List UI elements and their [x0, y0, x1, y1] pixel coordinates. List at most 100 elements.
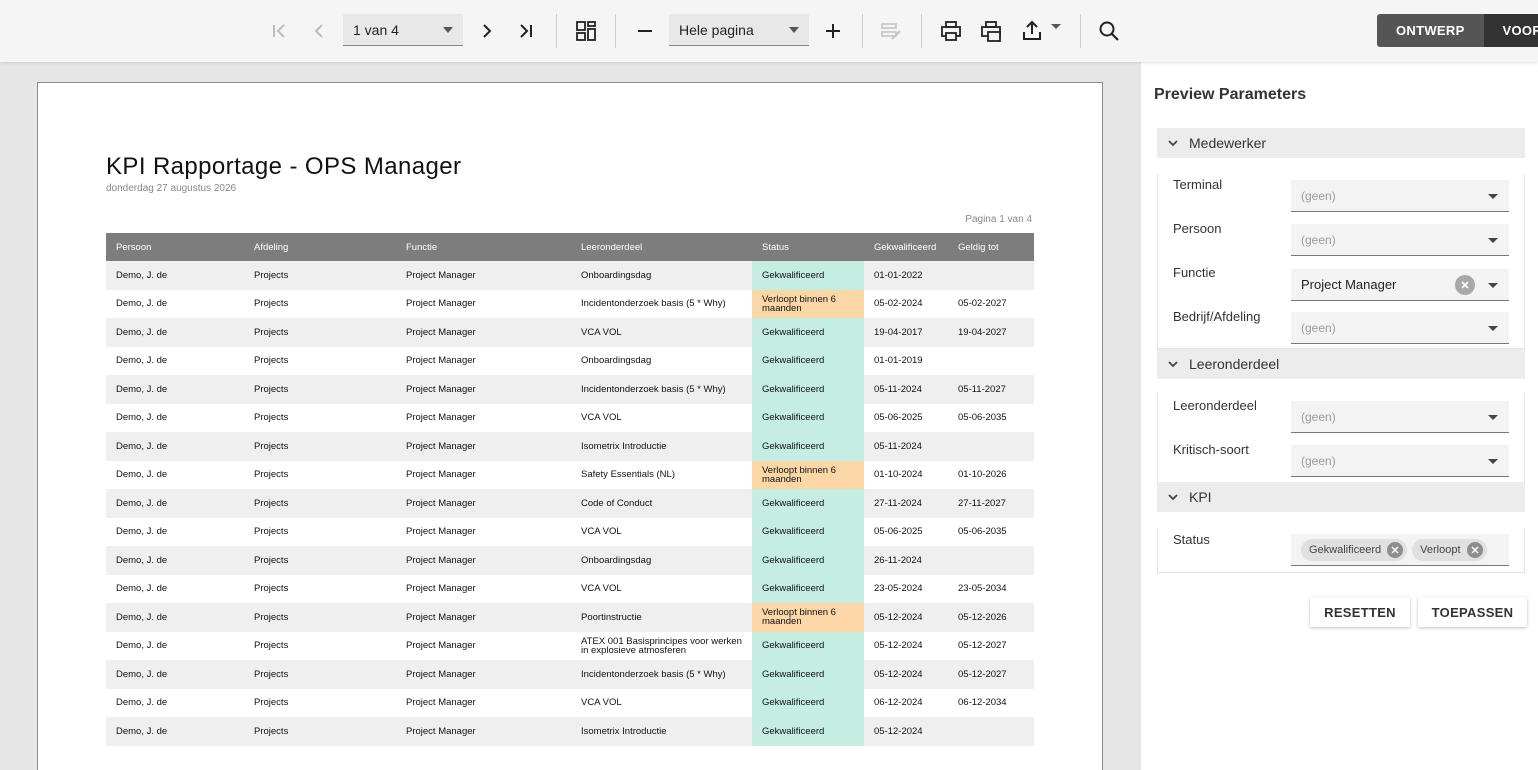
- bedrijf-afdeling-select[interactable]: (geen): [1291, 312, 1509, 344]
- table-cell: Isometrix Introductie: [571, 717, 752, 746]
- bedrijf-placeholder: (geen): [1301, 320, 1336, 335]
- status-chip[interactable]: Verloopt: [1412, 538, 1487, 561]
- first-page-icon[interactable]: [262, 14, 296, 48]
- table-cell: 05-12-2024: [864, 603, 948, 632]
- export-icon[interactable]: [1015, 14, 1049, 48]
- table-cell: [948, 261, 1034, 290]
- table-cell: Incidentonderzoek basis (5 * Why): [571, 375, 752, 404]
- status-cell: Gekwalificeerd: [752, 346, 864, 375]
- column-header: Leeronderdeel: [571, 233, 752, 261]
- chevron-down-icon: [1157, 491, 1189, 503]
- table-row: Demo, J. de Projects Project Manager Isomet…: [106, 717, 1034, 746]
- status-cell: Gekwalificeerd: [752, 517, 864, 546]
- kritisch-soort-select[interactable]: (geen): [1291, 445, 1509, 477]
- table-cell: [948, 546, 1034, 575]
- multipage-icon[interactable]: [569, 14, 603, 48]
- column-header: Afdeling: [244, 233, 396, 261]
- status-cell: Gekwalificeerd: [752, 318, 864, 347]
- edit-fields-icon[interactable]: [874, 14, 908, 48]
- table-cell: 05-12-2024: [864, 631, 948, 660]
- table-cell: Onboardingsdag: [571, 261, 752, 290]
- table-cell: 23-05-2024: [864, 574, 948, 603]
- table-cell: 05-06-2025: [864, 517, 948, 546]
- table-row: Demo, J. de Projects Project Manager Isomet…: [106, 432, 1034, 461]
- table-cell: Demo, J. de: [106, 603, 244, 632]
- table-cell: Demo, J. de: [106, 688, 244, 717]
- column-header: Gekwalificeerd: [864, 233, 948, 261]
- print-page-icon[interactable]: [974, 14, 1008, 48]
- table-cell: 05-06-2035: [948, 517, 1034, 546]
- zoom-in-icon[interactable]: [816, 14, 850, 48]
- terminal-select[interactable]: (geen): [1291, 180, 1509, 212]
- chevron-down-icon: [443, 27, 453, 33]
- table-cell: Projects: [244, 517, 396, 546]
- print-icon[interactable]: [934, 14, 968, 48]
- table-row: Demo, J. de Projects Project Manager Incide…: [106, 375, 1034, 404]
- table-cell: 27-11-2024: [864, 489, 948, 518]
- leeronderdeel-select[interactable]: (geen): [1291, 401, 1509, 433]
- table-row: Demo, J. de Projects Project Manager Onboar…: [106, 346, 1034, 375]
- apply-button[interactable]: TOEPASSEN: [1418, 597, 1527, 627]
- table-cell: Project Manager: [396, 403, 571, 432]
- page-select[interactable]: 1 van 4: [343, 14, 463, 46]
- export-dropdown-icon[interactable]: [1051, 24, 1061, 29]
- status-multiselect[interactable]: Gekwalificeerd Verloopt: [1291, 534, 1509, 566]
- table-cell: Projects: [244, 261, 396, 290]
- table-cell: Demo, J. de: [106, 574, 244, 603]
- table-cell: Onboardingsdag: [571, 346, 752, 375]
- group-header-kpi[interactable]: KPI: [1157, 482, 1525, 512]
- group-header-medewerker[interactable]: Medewerker: [1157, 128, 1525, 158]
- reset-button[interactable]: RESETTEN: [1310, 597, 1410, 627]
- table-cell: 05-12-2024: [864, 660, 948, 689]
- param-label-terminal: Terminal: [1173, 177, 1223, 192]
- table-cell: VCA VOL: [571, 403, 752, 432]
- table-cell: 19-04-2027: [948, 318, 1034, 347]
- clear-icon[interactable]: [1455, 275, 1475, 295]
- mode-switch: ONTWERP VOORBE: [1377, 14, 1538, 47]
- table-cell: VCA VOL: [571, 517, 752, 546]
- functie-select[interactable]: Project Manager: [1291, 269, 1509, 301]
- zoom-out-icon[interactable]: [628, 14, 662, 48]
- table-cell: Projects: [244, 375, 396, 404]
- chip-label: Verloopt: [1420, 543, 1461, 556]
- table-cell: Project Manager: [396, 688, 571, 717]
- zoom-select[interactable]: Hele pagina: [669, 14, 809, 46]
- group-header-leeronderdeel[interactable]: Leeronderdeel: [1157, 349, 1525, 379]
- table-cell: Project Manager: [396, 660, 571, 689]
- table-cell: Demo, J. de: [106, 289, 244, 318]
- chevron-down-icon: [1488, 283, 1498, 288]
- table-cell: Projects: [244, 717, 396, 746]
- table-cell: Project Manager: [396, 460, 571, 489]
- table-cell: Project Manager: [396, 603, 571, 632]
- table-cell: 01-01-2022: [864, 261, 948, 290]
- table-row: Demo, J. de Projects Project Manager VCA VO…: [106, 574, 1034, 603]
- remove-chip-icon[interactable]: [1466, 541, 1483, 558]
- table-cell: 05-11-2027: [948, 375, 1034, 404]
- table-cell: [948, 346, 1034, 375]
- persoon-select[interactable]: (geen): [1291, 224, 1509, 256]
- table-cell: Project Manager: [396, 261, 571, 290]
- preview-mode-button[interactable]: VOORBE: [1483, 14, 1538, 47]
- table-cell: Projects: [244, 346, 396, 375]
- status-cell: Gekwalificeerd: [752, 546, 864, 575]
- previous-page-icon[interactable]: [302, 14, 336, 48]
- group-body-medewerker: Terminal (geen) Persoon (geen) Functie P…: [1157, 174, 1525, 349]
- status-chip[interactable]: Gekwalificeerd: [1301, 538, 1408, 561]
- table-cell: Project Manager: [396, 318, 571, 347]
- toolbar-divider: [615, 14, 616, 48]
- next-page-icon[interactable]: [470, 14, 504, 48]
- table-row: Demo, J. de Projects Project Manager Incide…: [106, 660, 1034, 689]
- table-row: Demo, J. de Projects Project Manager VCA VO…: [106, 517, 1034, 546]
- search-icon[interactable]: [1092, 14, 1126, 48]
- chevron-down-icon: [1157, 358, 1189, 370]
- last-page-icon[interactable]: [509, 14, 543, 48]
- design-mode-button[interactable]: ONTWERP: [1377, 14, 1484, 47]
- remove-chip-icon[interactable]: [1387, 541, 1404, 558]
- table-cell: VCA VOL: [571, 574, 752, 603]
- table-cell: Demo, J. de: [106, 517, 244, 546]
- status-cell: Verloopt binnen 6 maanden: [752, 460, 864, 489]
- table-cell: Projects: [244, 631, 396, 660]
- chevron-down-icon: [1488, 194, 1498, 199]
- functie-value: Project Manager: [1301, 277, 1397, 292]
- preview-parameters-panel: Preview Parameters Medewerker Terminal (…: [1141, 62, 1538, 770]
